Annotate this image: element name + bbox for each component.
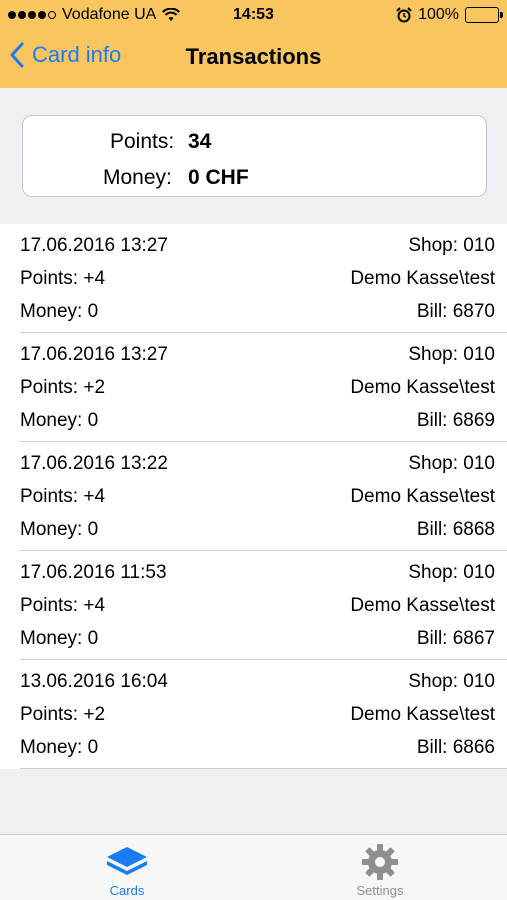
- transaction-row[interactable]: 17.06.2016 11:53 Points: +4 Money: 0 Sho…: [0, 551, 507, 660]
- transaction-date: 17.06.2016 11:53: [20, 562, 167, 583]
- transaction-kasse: Demo Kasse\test: [350, 268, 495, 289]
- points-value: 34: [188, 130, 212, 153]
- transaction-points: Points: +4: [20, 595, 106, 616]
- transaction-row[interactable]: 17.06.2016 13:22 Points: +4 Money: 0 Sho…: [0, 442, 507, 551]
- transactions-list: 17.06.2016 13:27 Points: +4 Money: 0 Sho…: [0, 224, 507, 769]
- transaction-kasse: Demo Kasse\test: [350, 377, 495, 398]
- battery-percent: 100%: [418, 6, 459, 23]
- transaction-shop: Shop: 010: [408, 235, 495, 256]
- transaction-shop: Shop: 010: [408, 671, 495, 692]
- transaction-row[interactable]: 17.06.2016 13:27 Points: +2 Money: 0 Sho…: [0, 333, 507, 442]
- money-value: 0 CHF: [188, 166, 249, 189]
- transaction-kasse: Demo Kasse\test: [350, 704, 495, 725]
- transaction-shop: Shop: 010: [408, 453, 495, 474]
- transaction-bill: Bill: 6869: [416, 410, 495, 431]
- page-title: Transactions: [185, 44, 322, 69]
- transaction-shop: Shop: 010: [408, 562, 495, 583]
- transaction-bill: Bill: 6866: [416, 737, 495, 758]
- transaction-kasse: Demo Kasse\test: [350, 486, 495, 507]
- transaction-bill: Bill: 6870: [416, 301, 495, 322]
- top-bar: Vodafone UA 14:53 100% Card info Transac…: [0, 0, 507, 88]
- tab-cards-label: Cards: [109, 883, 145, 898]
- transaction-date: 17.06.2016 13:27: [20, 235, 168, 256]
- transaction-money: Money: 0: [20, 301, 99, 322]
- transaction-money: Money: 0: [20, 628, 99, 649]
- transaction-points: Points: +4: [20, 268, 106, 289]
- cards-icon: [107, 847, 147, 875]
- balance-summary: Points: 34 Money: 0 CHF: [22, 115, 487, 197]
- transaction-date: 13.06.2016 16:04: [20, 671, 168, 692]
- tab-bar: Cards Settings: [0, 834, 507, 900]
- status-right: 100%: [396, 6, 503, 24]
- transaction-date: 17.06.2016 13:27: [20, 344, 168, 365]
- transaction-bill: Bill: 6867: [416, 628, 495, 649]
- transaction-bill: Bill: 6868: [416, 519, 495, 540]
- alarm-icon: [396, 7, 412, 23]
- tab-settings-label: Settings: [356, 883, 404, 898]
- transaction-date: 17.06.2016 13:22: [20, 453, 168, 474]
- row-divider: [20, 768, 507, 769]
- transaction-money: Money: 0: [20, 519, 99, 540]
- transaction-points: Points: +4: [20, 486, 106, 507]
- transaction-row[interactable]: 13.06.2016 16:04 Points: +2 Money: 0 Sho…: [0, 660, 507, 769]
- tab-settings[interactable]: Settings: [300, 835, 460, 900]
- gear-icon: [362, 844, 398, 880]
- money-label: Money:: [103, 166, 172, 189]
- status-bar: Vodafone UA 14:53 100%: [0, 0, 507, 32]
- transaction-money: Money: 0: [20, 410, 99, 431]
- transaction-kasse: Demo Kasse\test: [350, 595, 495, 616]
- navigation-bar: Card info Transactions: [0, 32, 507, 88]
- transaction-points: Points: +2: [20, 704, 106, 725]
- transaction-money: Money: 0: [20, 737, 99, 758]
- points-label: Points:: [110, 130, 175, 153]
- battery-icon: [465, 7, 503, 23]
- transaction-shop: Shop: 010: [408, 344, 495, 365]
- transaction-points: Points: +2: [20, 377, 106, 398]
- tab-cards[interactable]: Cards: [47, 835, 207, 900]
- transaction-row[interactable]: 17.06.2016 13:27 Points: +4 Money: 0 Sho…: [0, 224, 507, 333]
